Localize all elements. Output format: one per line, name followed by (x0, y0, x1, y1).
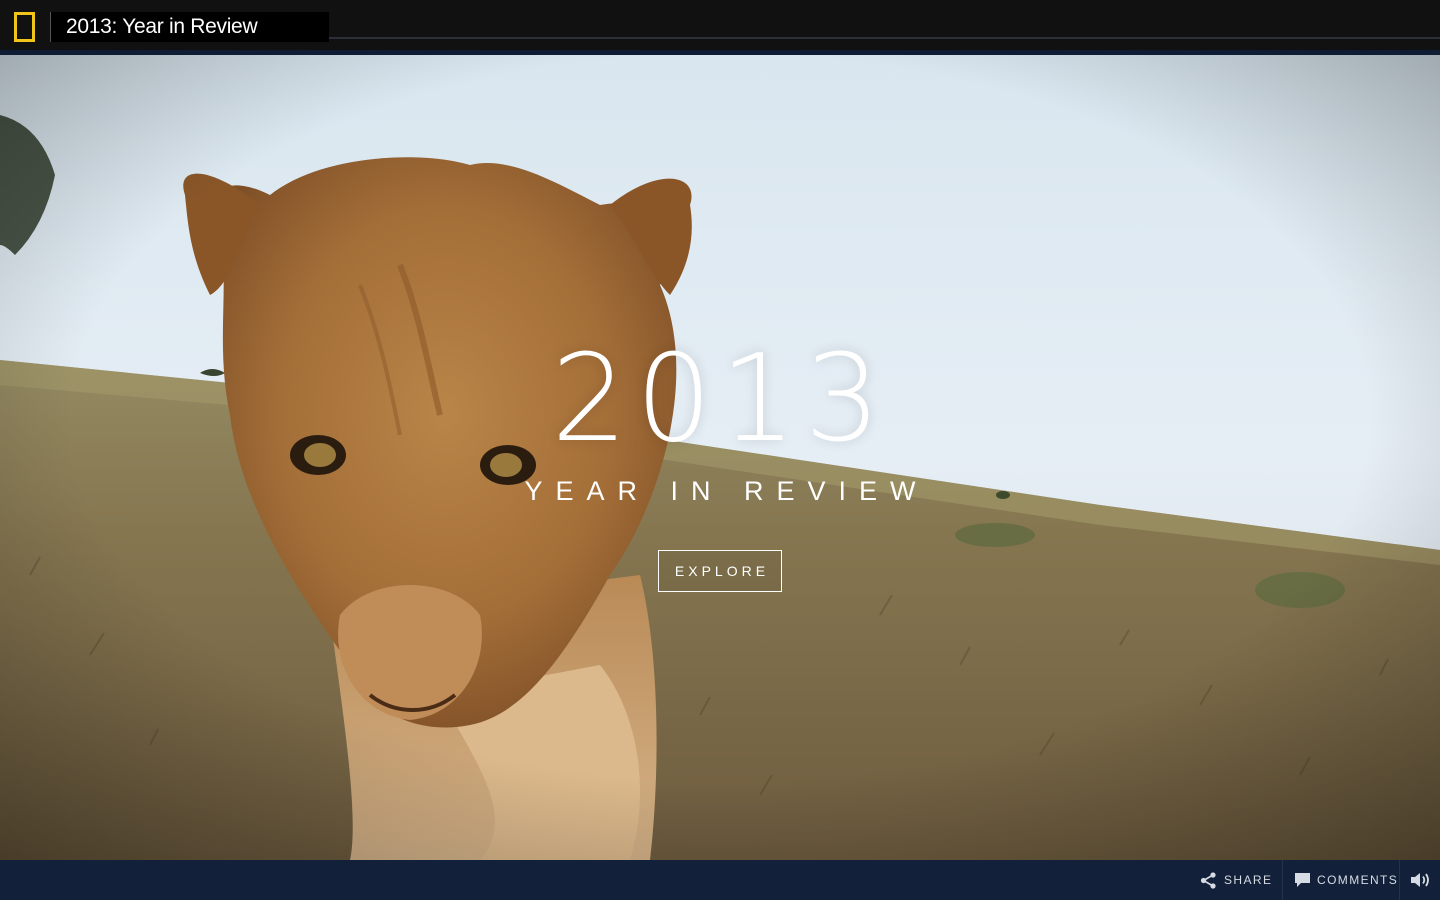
hero-section: 2013 YEAR IN REVIEW EXPLORE (0, 55, 1440, 860)
yellow-border-icon (14, 12, 35, 42)
comments-label: COMMENTS (1317, 873, 1399, 887)
share-label: SHARE (1224, 873, 1273, 887)
page-title: 2013: Year in Review (66, 15, 258, 38)
bottom-bar: SHARE COMMENTS (0, 860, 1440, 900)
hero-subtitle: YEAR IN REVIEW (524, 476, 929, 506)
header-rule (329, 37, 1440, 39)
title-box: 2013: Year in Review (51, 12, 329, 42)
top-bar: 2013: Year in Review (0, 0, 1440, 55)
hero-copy: 2013 YEAR IN REVIEW EXPLORE (0, 55, 1440, 860)
comment-icon (1295, 873, 1310, 887)
comments-button[interactable]: COMMENTS (1282, 860, 1399, 900)
hero-year: 2013 (551, 330, 889, 469)
explore-button[interactable]: EXPLORE (658, 550, 782, 592)
sound-toggle[interactable] (1399, 860, 1440, 900)
natgeo-logo[interactable] (0, 12, 50, 42)
share-icon (1200, 871, 1217, 889)
share-button[interactable]: SHARE (1186, 860, 1282, 900)
volume-icon (1410, 872, 1432, 888)
